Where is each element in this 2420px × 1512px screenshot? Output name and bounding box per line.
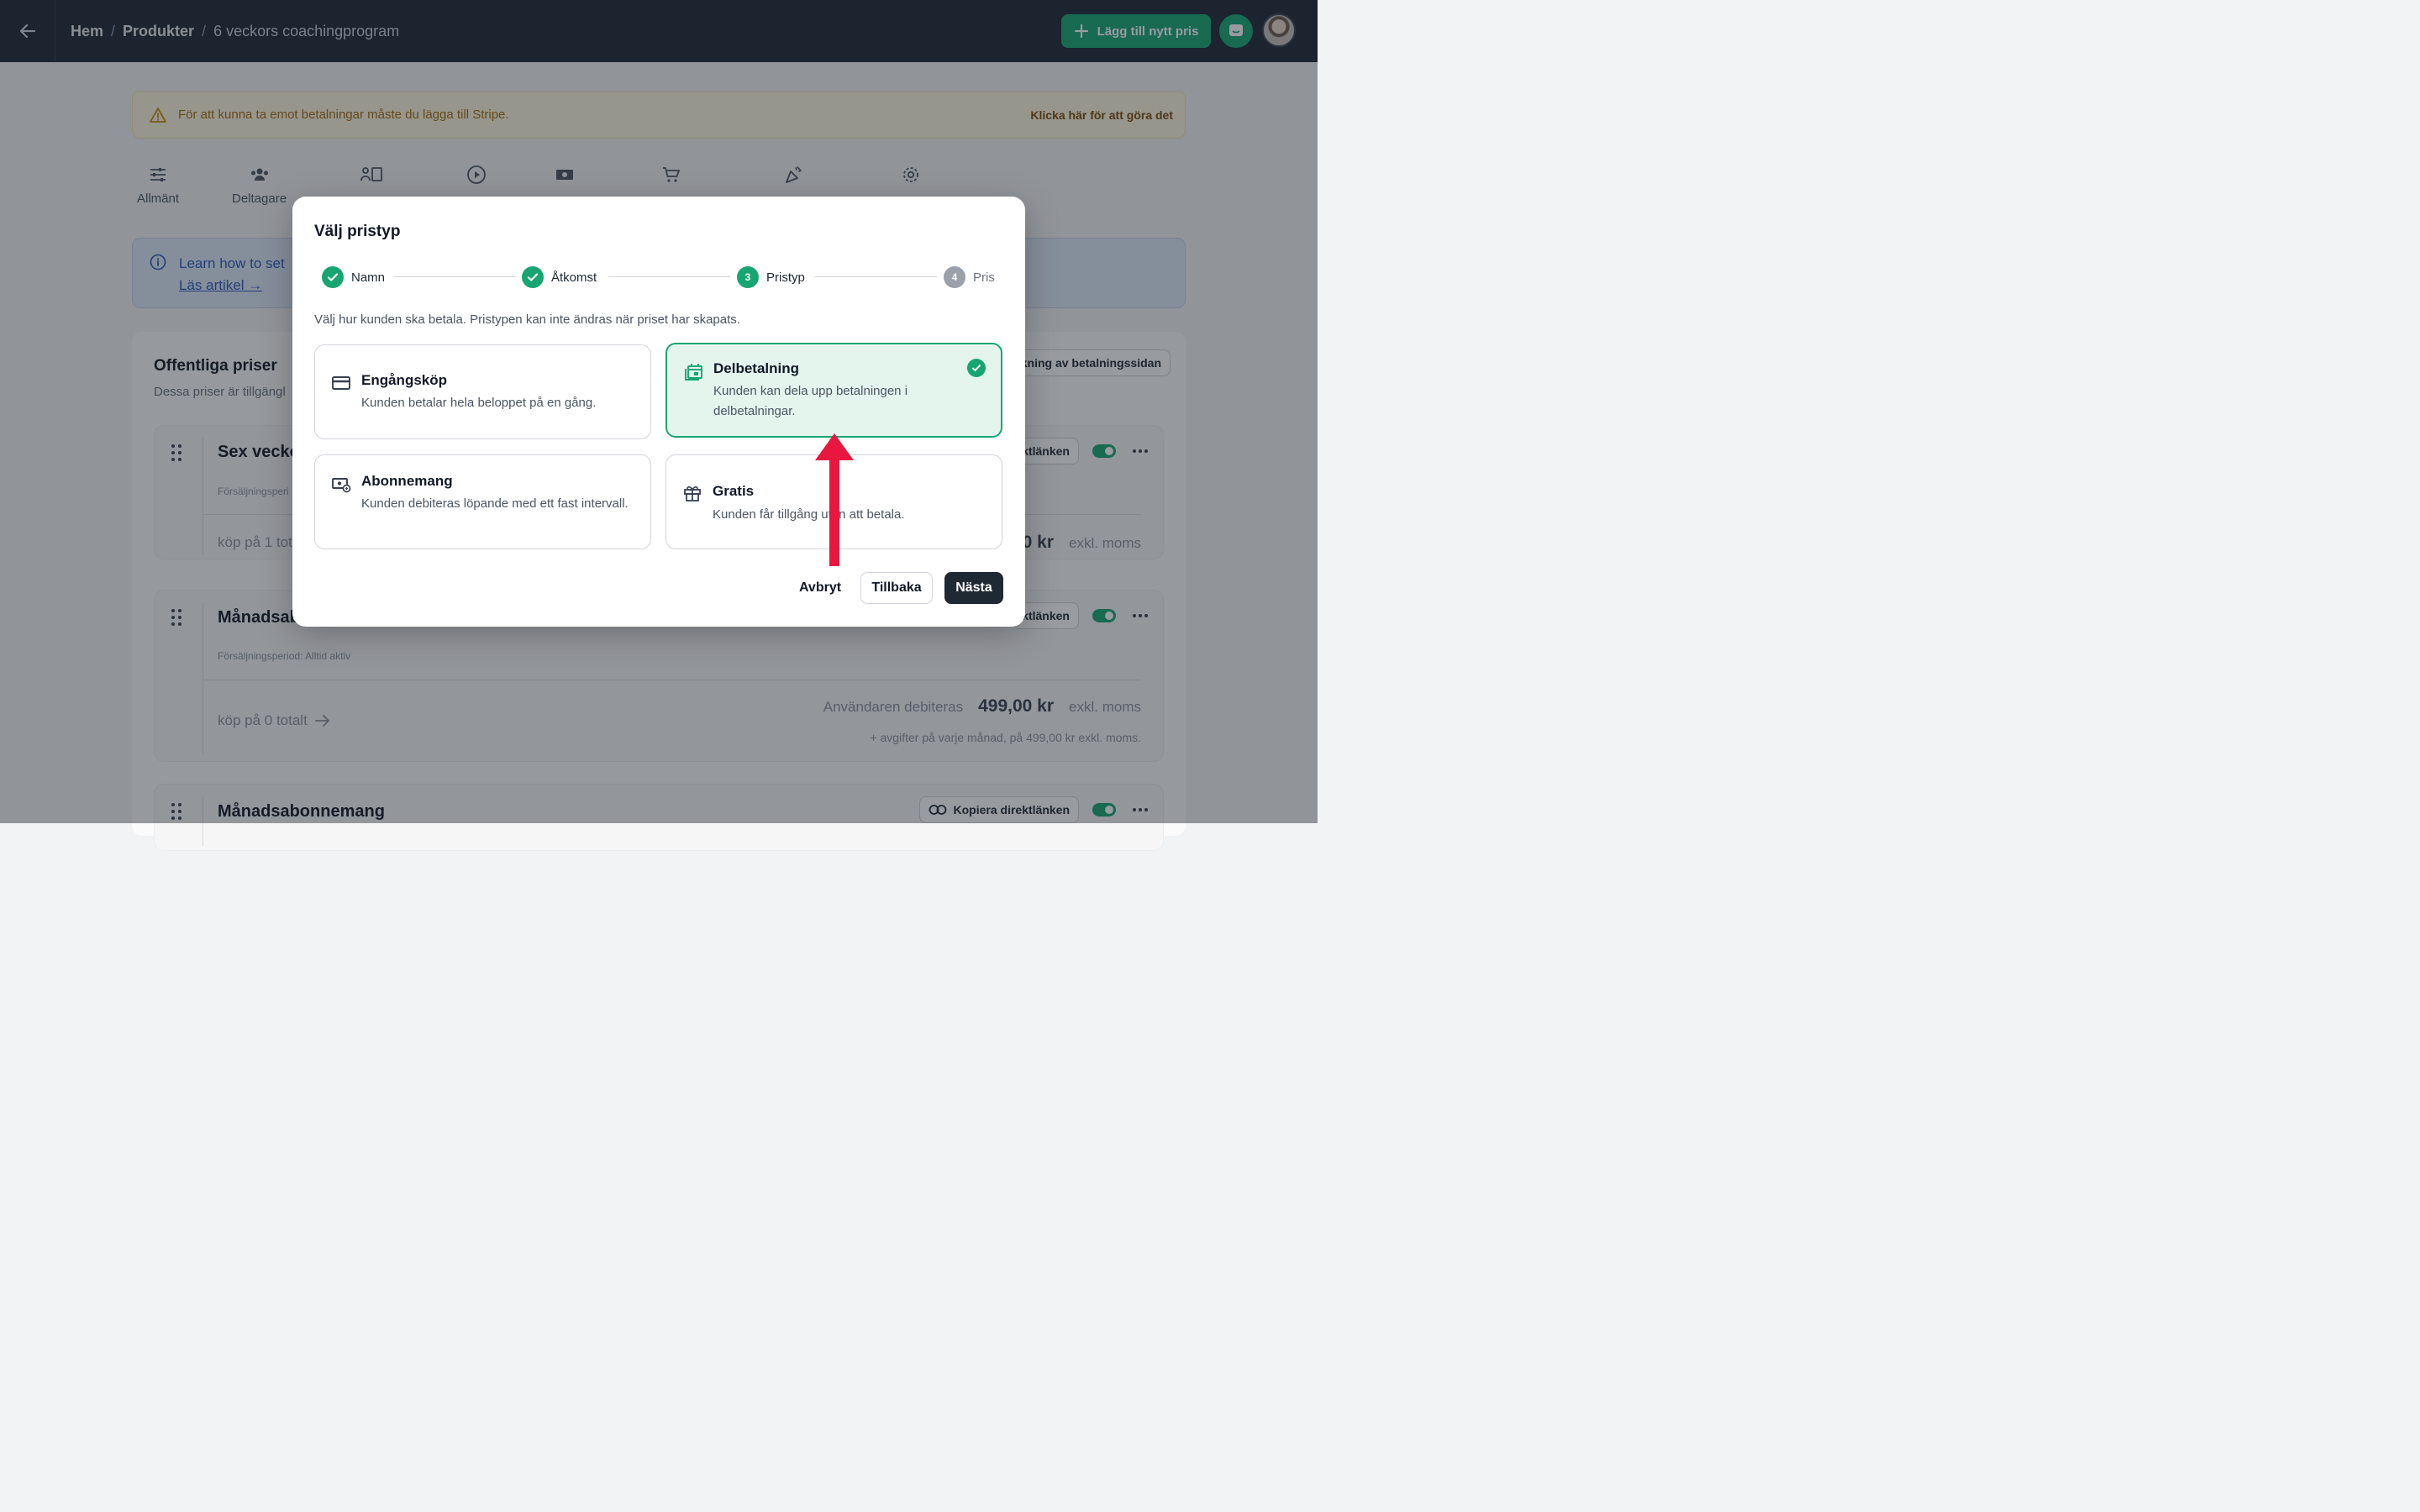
step-number: 4: [944, 266, 965, 288]
step-done-icon: [322, 266, 344, 288]
step-price-type: 3 Pristyp: [737, 265, 805, 289]
credit-card-icon: [332, 376, 350, 390]
option-installment[interactable]: Delbetalning Kunden kan dela upp betalni…: [666, 343, 1002, 438]
dialog-description: Välj hur kunden ska betala. Pristypen ka…: [314, 312, 740, 327]
step-connector: [608, 276, 730, 277]
step-connector: [393, 276, 515, 277]
annotation-arrow-icon: [815, 433, 854, 566]
selected-check-icon: [967, 359, 986, 377]
step-number: 3: [737, 266, 759, 288]
dialog-title: Välj pristyp: [314, 223, 401, 240]
option-subscription[interactable]: Abonnemang Kunden debiteras löpande med …: [314, 454, 651, 549]
step-label: Pris: [973, 270, 995, 285]
step-name: Namn: [322, 265, 385, 289]
step-label: Åtkomst: [551, 270, 597, 285]
check-icon: [327, 273, 339, 281]
next-button[interactable]: Nästa: [944, 572, 1003, 604]
option-description: Kunden debiteras löpande med ett fast in…: [361, 496, 629, 511]
step-connector: [815, 276, 937, 277]
installment-icon: [685, 364, 702, 381]
step-label: Namn: [351, 270, 386, 285]
step-label: Pristyp: [766, 270, 805, 285]
subscription-icon: [332, 478, 351, 493]
option-one-time[interactable]: Engångsköp Kunden betalar hela beloppet …: [314, 344, 651, 439]
step-done-icon: [522, 266, 544, 288]
step-access: Åtkomst: [522, 265, 597, 289]
option-description: Kunden betalar hela beloppet på en gång.: [361, 396, 597, 410]
option-title: Delbetalning: [713, 360, 800, 376]
option-description: Kunden kan dela upp betalningen i delbet…: [713, 384, 908, 418]
price-type-dialog: Välj pristyp Namn Åtkomst 3 Pristyp 4 Pr…: [292, 197, 1025, 627]
option-title: Abonnemang: [361, 473, 453, 489]
cancel-button[interactable]: Avbryt: [791, 572, 850, 604]
back-step-button[interactable]: Tillbaka: [860, 572, 933, 604]
check-icon: [527, 273, 539, 281]
option-title: Engångsköp: [361, 372, 448, 388]
step-price: 4 Pris: [944, 265, 995, 289]
gift-icon: [684, 486, 701, 501]
check-icon: [972, 365, 981, 371]
option-title: Gratis: [713, 483, 755, 499]
